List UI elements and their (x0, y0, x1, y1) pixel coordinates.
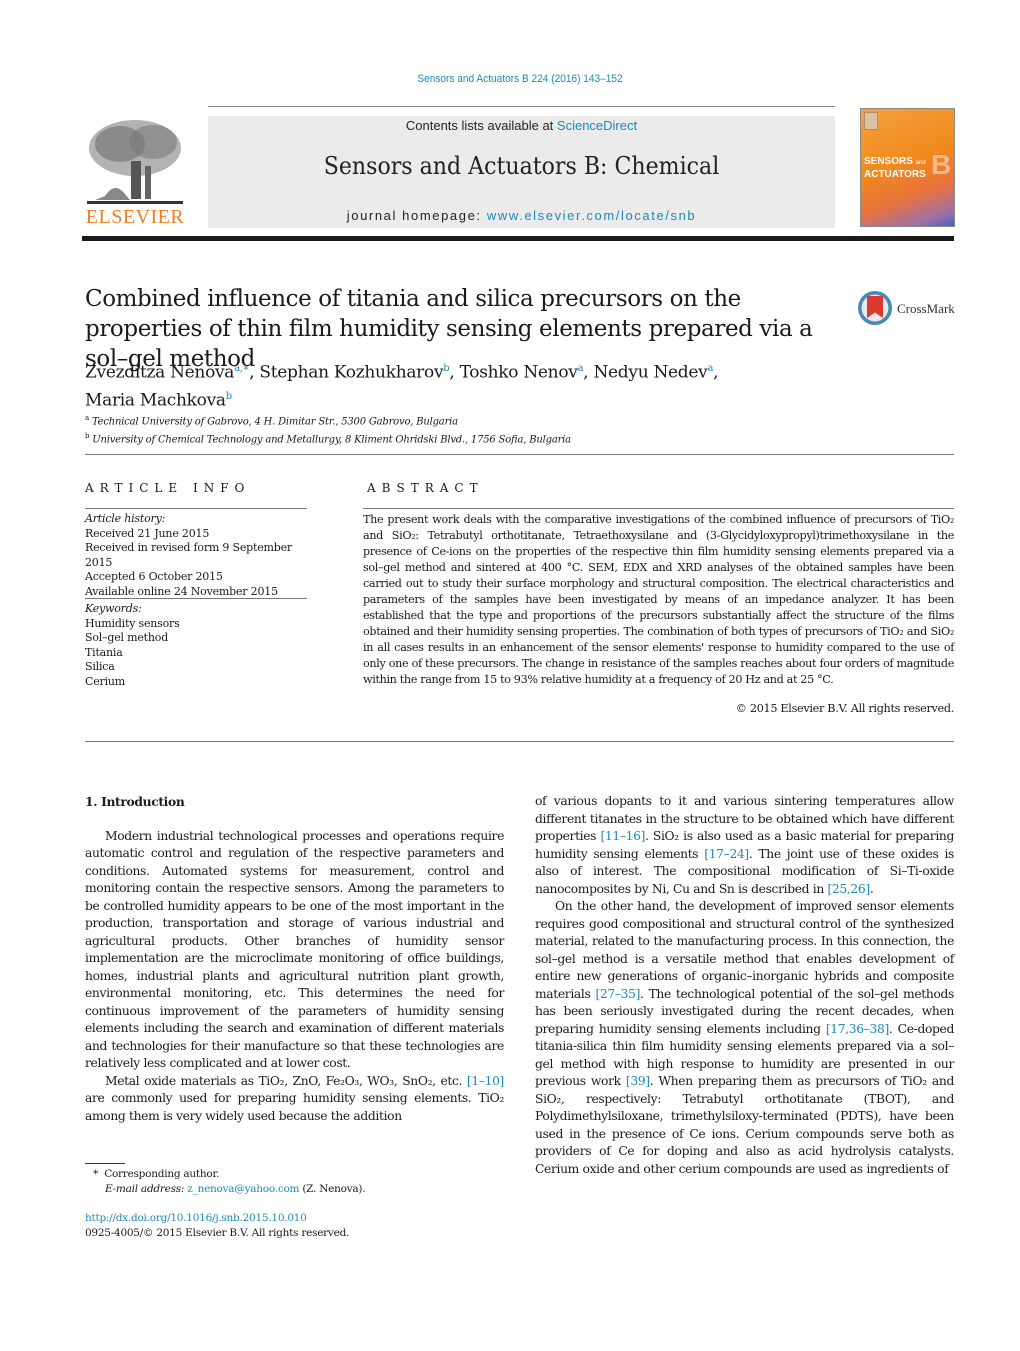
affiliation-item: b University of Chemical Technology and … (85, 429, 845, 447)
cover-title: SENSORS and ACTUATORS (864, 156, 926, 180)
author-separator: , (713, 362, 719, 383)
footnote-rule (85, 1163, 125, 1164)
crossmark-badge[interactable]: CrossMark (858, 291, 968, 331)
contents-prefix: Contents lists available at (405, 118, 557, 133)
header-top-rule (208, 106, 835, 107)
author-list: Zvezditza Nenovaa,∗, Stephan Kozhukharov… (85, 357, 845, 412)
section-divider (85, 454, 954, 455)
journal-reference-link[interactable]: Sensors and Actuators B 224 (2016) 143–1… (42, 73, 999, 85)
corresponding-author-text: Corresponding author. (104, 1168, 220, 1180)
author-name[interactable]: Nedyu Nedev (593, 363, 707, 383)
body-paragraph: Metal oxide materials as TiO₂, ZnO, Fe₂O… (85, 1073, 504, 1126)
keyword-item[interactable]: Humidity sensors (85, 617, 315, 632)
citation-link[interactable]: [17,36–38] (826, 1022, 889, 1036)
journal-cover-image[interactable]: B SENSORS and ACTUATORS (860, 108, 955, 227)
body-paragraph: Modern industrial technological processe… (85, 828, 504, 1073)
homepage-line: journal homepage: www.elsevier.com/locat… (208, 208, 835, 223)
journal-header-box: Contents lists available at ScienceDirec… (208, 116, 835, 228)
article-history-header: Article history: (85, 512, 166, 525)
body-paragraph: of various dopants to it and various sin… (535, 793, 954, 898)
paragraph-text: . (869, 881, 874, 896)
elsevier-tree-icon (87, 120, 183, 204)
author-affiliation-mark[interactable]: a,∗ (234, 363, 249, 374)
paragraph-text: On the other hand, the development of im… (535, 899, 954, 1001)
section-heading-introduction: 1. Introduction (85, 794, 185, 809)
right-column: of various dopants to it and various sin… (535, 793, 954, 1178)
paragraph-text: . When preparing them as precursors of T… (535, 1074, 954, 1176)
header-thick-rule (82, 236, 954, 241)
cover-title-line1: SENSORS (864, 156, 913, 167)
abstract-copyright: © 2015 Elsevier B.V. All rights reserved… (735, 702, 955, 715)
article-info-heading: ARTICLE INFO (85, 481, 251, 495)
keyword-item[interactable]: Cerium (85, 675, 315, 690)
author-separator: , (583, 362, 594, 383)
history-item: Received in revised form 9 September 201… (85, 541, 292, 569)
cover-title-and: and (915, 160, 926, 166)
author-name[interactable]: Maria Machkova (85, 390, 226, 410)
left-column: 1. Introduction Modern industrial techno… (85, 793, 504, 1125)
citation-link[interactable]: [25,26] (827, 882, 870, 896)
contents-line: Contents lists available at ScienceDirec… (208, 118, 835, 133)
paragraph-text: Modern industrial technological processe… (85, 828, 504, 1071)
elsevier-logo[interactable]: ELSEVIER (80, 112, 190, 230)
citation-link[interactable]: [11–16] (600, 829, 645, 843)
citation-link[interactable]: [27–35] (595, 987, 640, 1001)
email-suffix: (Z. Nenova). (299, 1183, 366, 1195)
paragraph-text: are commonly used for preparing humidity… (85, 1091, 504, 1123)
history-item: Received 21 June 2015 (85, 526, 210, 540)
body-paragraph: On the other hand, the development of im… (535, 898, 954, 1178)
citation-link[interactable]: [1–10] (467, 1074, 504, 1088)
affiliation-mark: a (85, 414, 89, 422)
abstract-rule (363, 508, 954, 509)
cover-letter: B (931, 149, 952, 180)
cover-title-line2: ACTUATORS (864, 169, 926, 180)
corresponding-author-footnote: * Corresponding author. E-mail address: … (93, 1167, 513, 1197)
affiliation-item: a Technical University of Gabrovo, 4 H. … (85, 411, 845, 429)
elsevier-wordmark: ELSEVIER (85, 206, 185, 228)
issn-line: 0925-4005/© 2015 Elsevier B.V. All right… (85, 1227, 350, 1239)
homepage-prefix: journal homepage: (346, 208, 487, 223)
citation-link[interactable]: [39] (626, 1074, 650, 1088)
affiliation-mark: b (85, 432, 90, 441)
keywords-header: Keywords: (85, 602, 142, 615)
abstract-heading: ABSTRACT (367, 481, 484, 495)
keyword-item[interactable]: Sol–gel method (85, 631, 315, 646)
footnote-mark: * (93, 1168, 98, 1180)
article-info-rule (85, 508, 307, 509)
journal-homepage-link[interactable]: www.elsevier.com/locate/snb (487, 208, 696, 223)
author-separator: , (449, 362, 460, 383)
keyword-item[interactable]: Titania (85, 646, 315, 661)
email-link[interactable]: z_nenova@yahoo.com (187, 1183, 299, 1195)
sciencedirect-link[interactable]: ScienceDirect (557, 118, 637, 133)
doi-block: http://dx.doi.org/10.1016/j.snb.2015.10.… (85, 1211, 505, 1241)
author-separator: , (249, 362, 260, 383)
journal-title: Sensors and Actuators B: Chemical (323, 152, 720, 180)
crossmark-label: CrossMark (897, 301, 955, 316)
history-item: Available online 24 November 2015 (85, 584, 278, 598)
affiliations: a Technical University of Gabrovo, 4 H. … (85, 411, 845, 448)
doi-link[interactable]: http://dx.doi.org/10.1016/j.snb.2015.10.… (85, 1212, 307, 1224)
email-label: E-mail address: (105, 1183, 185, 1195)
keyword-item[interactable]: Silica (85, 660, 315, 675)
affiliation-text: Technical University of Gabrovo, 4 H. Di… (91, 416, 458, 428)
author-name[interactable]: Stephan Kozhukharov (259, 363, 443, 383)
author-affiliation-mark[interactable]: b (226, 391, 232, 402)
history-item: Accepted 6 October 2015 (85, 570, 223, 583)
paragraph-text: Metal oxide materials as TiO₂, ZnO, Fe₂O… (105, 1073, 467, 1088)
author-name[interactable]: Toshko Nenov (460, 363, 578, 383)
abstract-bottom-rule (85, 741, 954, 742)
author-name[interactable]: Zvezditza Nenova (85, 363, 234, 383)
keywords: Keywords: Humidity sensors Sol–gel method… (85, 602, 315, 689)
citation-link[interactable]: [17–24] (704, 847, 749, 861)
abstract-text: The present work deals with the comparat… (363, 513, 954, 686)
affiliation-text: University of Chemical Technology and Me… (92, 434, 571, 446)
cover-publisher-icon (864, 112, 878, 130)
article-history: Article history: Received 21 June 2015 Re… (85, 512, 315, 599)
